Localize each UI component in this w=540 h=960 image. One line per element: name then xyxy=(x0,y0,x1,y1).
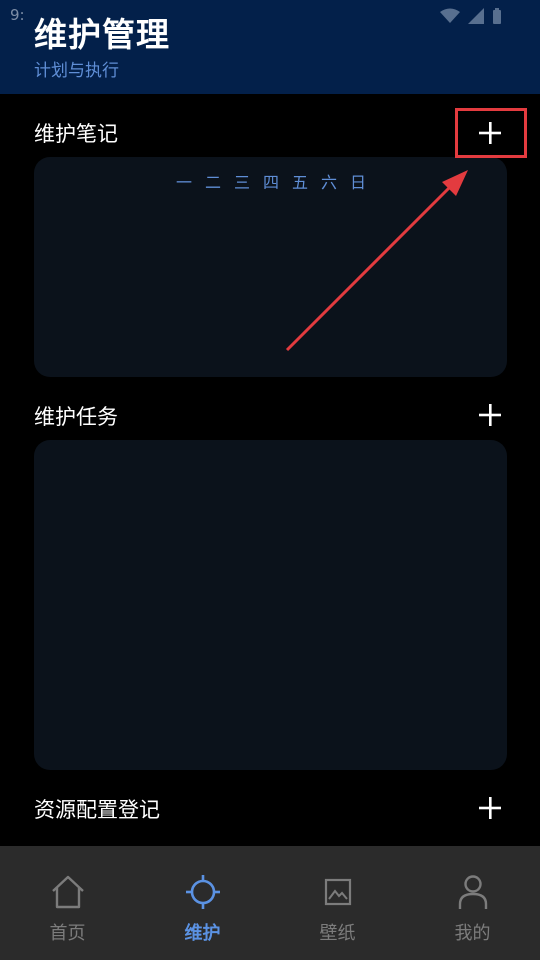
nav-item-home[interactable]: 首页 xyxy=(0,846,135,960)
section-title-resources: 资源配置登记 xyxy=(34,798,160,822)
nav-label: 壁纸 xyxy=(319,923,356,944)
bottom-nav: 首页 维护 壁纸 我的 xyxy=(0,846,540,960)
plus-icon xyxy=(479,797,501,819)
nav-item-maintenance[interactable]: 维护 xyxy=(135,846,270,960)
plus-icon xyxy=(479,404,501,426)
picture-icon xyxy=(318,872,358,912)
person-icon xyxy=(453,872,493,912)
app-screen: 9: 维护管理 计划与执行 维护笔记 一 二 三 四 五 六 日 维护任务 资源… xyxy=(0,0,540,960)
add-resource-button[interactable] xyxy=(472,790,508,826)
tasks-card[interactable] xyxy=(34,440,507,770)
crosshair-icon xyxy=(183,872,223,912)
nav-label: 首页 xyxy=(49,923,86,944)
nav-label: 维护 xyxy=(184,923,221,944)
home-icon xyxy=(48,872,88,912)
nav-item-wallpaper[interactable]: 壁纸 xyxy=(270,846,405,960)
nav-item-profile[interactable]: 我的 xyxy=(405,846,540,960)
nav-label: 我的 xyxy=(454,923,491,944)
add-task-button[interactable] xyxy=(472,397,508,433)
section-title-tasks: 维护任务 xyxy=(34,405,118,429)
